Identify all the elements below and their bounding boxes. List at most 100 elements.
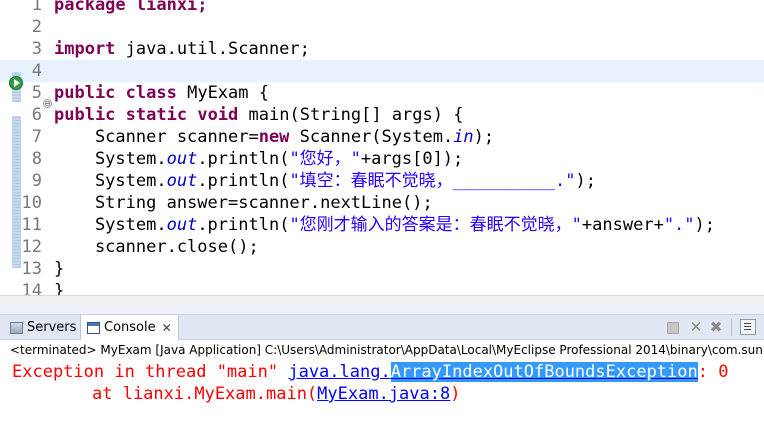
- exception-class-link[interactable]: java.lang.ArrayIndexOutOfBoundsException: [288, 362, 698, 382]
- remove-all-icon[interactable]: ✖: [708, 319, 724, 335]
- line-number: 12: [21, 237, 42, 257]
- tab-servers-label: Servers: [27, 320, 77, 335]
- code-token: class: [125, 83, 177, 103]
- code-text: System.out.println("您刚才输入的答案是：春眠不觉晓，"+an…: [54, 214, 715, 236]
- code-line[interactable]: 7 Scanner scanner=new Scanner(System.in)…: [0, 126, 764, 148]
- code-text: package lianxi;: [54, 0, 208, 16]
- exception-package: java.lang.: [288, 362, 391, 382]
- code-token: }: [54, 259, 65, 279]
- code-line[interactable]: 8 System.out.println("您好，"+args[0]);: [0, 148, 764, 170]
- stack-frame-link[interactable]: MyExam.java:8: [317, 384, 450, 404]
- code-line[interactable]: 2: [0, 16, 764, 38]
- code-token: public: [54, 83, 116, 103]
- code-line[interactable]: 1 package lianxi;: [0, 0, 764, 16]
- pin-console-icon[interactable]: [740, 319, 756, 335]
- editor-horizontal-scrollbar[interactable]: [0, 295, 764, 304]
- stop-icon[interactable]: [667, 322, 679, 334]
- code-text: import java.util.Scanner;: [54, 38, 310, 60]
- console-line-exception: Exception in thread "main" java.lang.Arr…: [12, 361, 728, 383]
- console-output[interactable]: Exception in thread "main" java.lang.Arr…: [0, 359, 764, 442]
- code-token: java.util.Scanner;: [115, 39, 310, 59]
- line-number: 2: [31, 17, 42, 37]
- code-token: System.: [54, 149, 167, 169]
- code-line[interactable]: 12 scanner.close();: [0, 236, 764, 258]
- code-token: .println(: [197, 215, 290, 235]
- code-line[interactable]: 9 System.out.println("填空：春眠不觉晓，_________…: [0, 170, 764, 192]
- exception-text: Exception in thread "main": [12, 362, 289, 382]
- code-line[interactable]: 4: [0, 60, 764, 82]
- code-token: );: [473, 127, 495, 147]
- code-token: +answer+: [581, 215, 664, 235]
- code-token: .println(: [197, 171, 290, 191]
- code-line[interactable]: 6 public static void main(String[] args) …: [0, 104, 764, 126]
- servers-icon: [10, 321, 23, 334]
- code-token: public: [54, 105, 116, 125]
- fold-collapse-icon[interactable]: ⊖: [43, 99, 52, 108]
- code-token: void: [197, 105, 239, 125]
- code-text: }: [54, 258, 64, 280]
- close-icon[interactable]: ✕: [162, 321, 172, 335]
- code-text: Scanner scanner=new Scanner(System.in);: [54, 126, 494, 148]
- code-token: .println(: [197, 149, 290, 169]
- run-marker-icon: [9, 76, 23, 90]
- code-line[interactable]: 3 import java.util.Scanner;: [0, 38, 764, 60]
- code-token: package lianxi;: [54, 0, 208, 15]
- exception-class-selected: ArrayIndexOutOfBoundsException: [390, 362, 698, 382]
- code-token: Scanner(System.: [289, 127, 454, 147]
- toolbar-divider: [731, 319, 732, 336]
- code-token: String answer=scanner.nextLine();: [54, 193, 433, 213]
- stack-frame-close: ): [450, 384, 461, 404]
- line-number: 13: [21, 259, 42, 279]
- code-line[interactable]: 13}: [0, 258, 764, 280]
- code-token: ".": [663, 215, 695, 235]
- console-icon: [87, 321, 100, 334]
- code-text: public class MyExam {: [54, 82, 269, 104]
- code-line[interactable]: 5 public class MyExam {: [0, 82, 764, 104]
- line-number: 8: [31, 149, 42, 169]
- code-token: "您好，": [289, 149, 361, 169]
- line-number: 11: [21, 215, 42, 235]
- console-process-status: <terminated> MyExam [Java Application] C…: [0, 341, 764, 359]
- code-token: );: [694, 215, 716, 235]
- tab-console-label: Console: [104, 320, 156, 335]
- views-tab-bar: Servers Console ✕ ✕ ✖: [0, 314, 764, 340]
- code-editor[interactable]: 1 package lianxi; 2 3 import java.util.Scann…: [0, 0, 764, 304]
- code-token: "您刚才输入的答案是：春眠不觉晓，": [289, 215, 582, 235]
- line-number: 7: [31, 127, 42, 147]
- tab-servers[interactable]: Servers: [10, 315, 76, 340]
- code-token: );: [575, 171, 596, 191]
- code-token: MyExam {: [176, 83, 269, 103]
- code-token: main(String[] args) {: [238, 105, 464, 125]
- code-token: out: [166, 215, 198, 235]
- line-number: 6: [31, 105, 42, 125]
- code-token: Scanner scanner=: [54, 127, 259, 147]
- code-token: "填空：春眠不觉晓，__________.": [289, 171, 576, 191]
- code-token: out: [166, 171, 198, 191]
- code-line[interactable]: 11 System.out.println("您刚才输入的答案是：春眠不觉晓，"…: [0, 214, 764, 236]
- code-token: System.: [54, 215, 167, 235]
- code-text: System.out.println("填空：春眠不觉晓，__________.…: [54, 170, 596, 192]
- code-token: System.: [54, 171, 167, 191]
- tab-console[interactable]: Console ✕: [80, 315, 179, 340]
- code-token: import: [54, 39, 116, 59]
- code-token: in: [453, 127, 474, 147]
- line-number: 3: [31, 39, 42, 59]
- code-text: scanner.close();: [54, 236, 259, 258]
- exception-message: : 0: [697, 362, 729, 382]
- code-token: out: [166, 149, 198, 169]
- remove-launch-icon[interactable]: ✕: [688, 319, 704, 335]
- code-token: new: [258, 127, 290, 147]
- code-token: static: [125, 105, 188, 125]
- line-number: 1: [31, 0, 42, 15]
- change-ruler-bottom: [12, 116, 21, 268]
- stack-frame-text: at lianxi.MyExam.main(: [92, 384, 318, 404]
- code-text: System.out.println("您好，"+args[0]);: [54, 148, 463, 170]
- line-number: 9: [31, 171, 42, 191]
- line-number: 10: [21, 193, 42, 213]
- code-text: String answer=scanner.nextLine();: [54, 192, 433, 214]
- console-line-stacktrace: at lianxi.MyExam.main(MyExam.java:8): [12, 383, 460, 405]
- code-line[interactable]: 10 String answer=scanner.nextLine();: [0, 192, 764, 214]
